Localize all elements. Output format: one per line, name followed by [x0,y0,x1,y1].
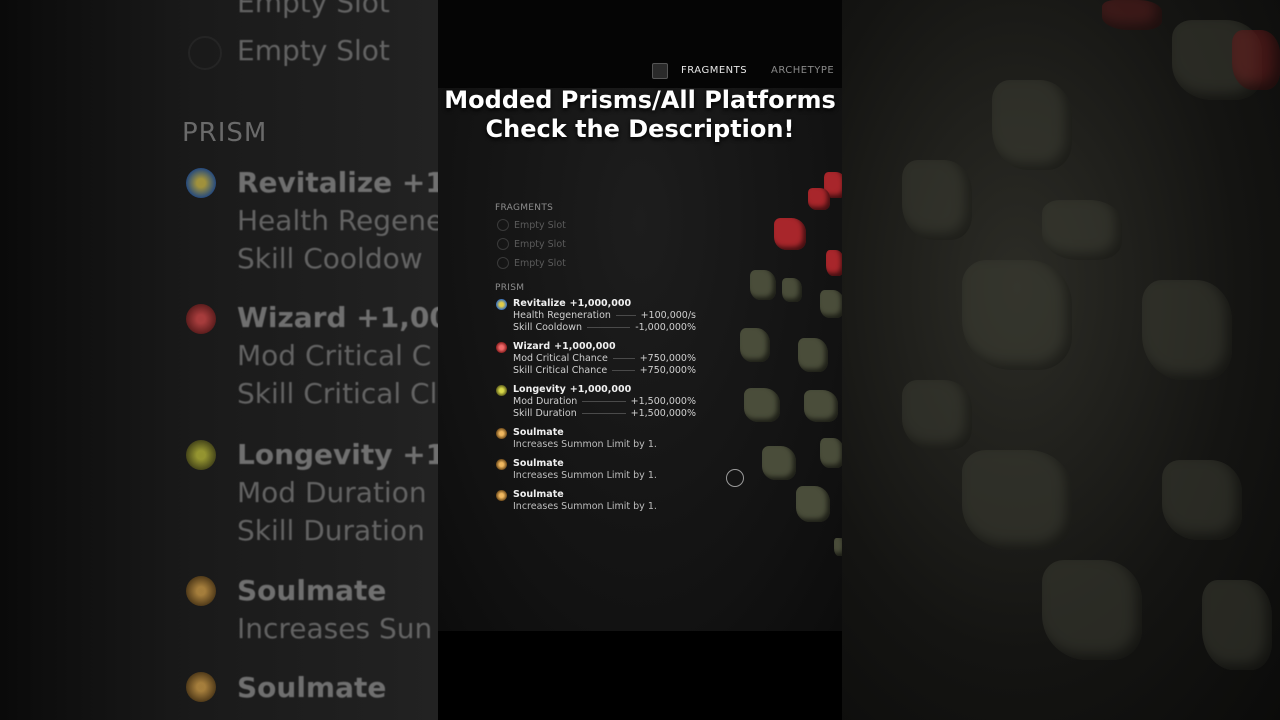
stat-label: Skill Duration [513,408,577,419]
prism-name: Soulmate [513,458,564,469]
bg-longevity-line1: Mod Duration [237,476,427,509]
background-left-blur: Empty Slot Empty Slot PRISM Revitalize +… [0,0,438,720]
bg-soulmate-line1: Increases Sun [237,612,433,645]
stat-row: Skill Duration +1,500,000% [513,408,696,419]
stat-value: -1,000,000% [635,322,696,333]
stat-row: Mod Duration +1,500,000% [513,396,696,407]
bg-prism-label: PRISM [182,118,268,148]
bg-soulmate-icon [186,576,216,606]
prism-description: Increases Summon Limit by 1. [513,470,657,481]
prism-name: Longevity +1,000,000 [513,384,631,395]
stat-row: Mod Critical Chance +750,000% [513,353,696,364]
prism-name-text: Wizard [513,341,551,352]
stat-value: +750,000% [639,365,696,376]
shield-icon [652,63,668,79]
panel-bottom-gap [438,631,842,720]
empty-slot-icon [497,219,509,231]
bg-wizard-line1: Mod Critical C [237,339,432,372]
bg-slot-text-top: Empty Slot [237,0,390,19]
soulmate-icon [496,428,507,439]
prism-name: Revitalize +1,000,000 [513,298,631,309]
prism-description: Increases Summon Limit by 1. [513,439,657,450]
prism-level: +1,000,000 [554,341,616,352]
soulmate-icon [496,490,507,501]
prism-name: Wizard +1,000,000 [513,341,616,352]
bg-longevity-icon [186,440,216,470]
bg-wizard: Wizard +1,00 [237,301,438,334]
bg-revitalize-line1: Health Regener [237,204,438,237]
fragment-slot-2[interactable]: Empty Slot [497,238,566,250]
stat-row: Skill Critical Chance +750,000% [513,365,696,376]
tab-archetype[interactable]: ARCHETYPE [771,65,834,76]
stat-label: Mod Duration [513,396,578,407]
stat-value: +1,500,000% [630,408,696,419]
revitalize-icon [496,299,507,310]
empty-slot-icon [497,238,509,250]
tab-fragments[interactable]: FRAGMENTS [681,65,747,76]
bg-wizard-line2: Skill Critical Cl [237,377,438,410]
stat-row: Health Regeneration +100,000/s [513,310,696,321]
fragments-section-label: FRAGMENTS [495,203,554,213]
bg-revitalize-icon [186,168,216,198]
stat-label: Skill Critical Chance [513,365,608,376]
bg-soulmate2-icon [186,672,216,702]
stat-label: Mod Critical Chance [513,353,608,364]
bg-slot-text: Empty Slot [237,34,390,67]
fragment-slot-label: Empty Slot [514,257,566,269]
fragment-slot-label: Empty Slot [514,219,566,231]
stat-row: Skill Cooldown -1,000,000% [513,322,696,333]
bg-longevity-line2: Skill Duration [237,514,425,547]
fragment-slot-1[interactable]: Empty Slot [497,219,566,231]
stat-label: Health Regeneration [513,310,611,321]
prism-level: +1,000,000 [569,298,632,309]
bg-slot-circle [188,36,222,70]
prism-name: Soulmate [513,427,564,438]
prism-name: Soulmate [513,489,564,500]
fragment-slot-3[interactable]: Empty Slot [497,257,566,269]
empty-slot-icon [497,257,509,269]
stat-label: Skill Cooldown [513,322,583,333]
stat-value: +100,000/s [640,310,696,321]
background-right-blur [842,0,1280,720]
prism-name-text: Revitalize [513,298,566,309]
prism-name-text: Longevity [513,384,566,395]
soulmate-icon [496,459,507,470]
stat-value: +1,500,000% [630,396,696,407]
fragment-slot-label: Empty Slot [514,238,566,250]
bg-longevity: Longevity +1,0 [237,438,438,471]
bg-revitalize: Revitalize +1,0 [237,166,438,199]
prism-section-label: PRISM [495,283,525,293]
prism-description: Increases Summon Limit by 1. [513,501,657,512]
video-caption-line1: Modded Prisms/All Platforms [444,86,836,114]
bg-soulmate2: Soulmate [237,671,387,704]
wizard-icon [496,342,507,353]
prism-fragment-map [738,160,842,560]
prism-level: +1,000,000 [569,384,632,395]
bg-wizard-icon [186,304,216,334]
cursor-reticle [726,469,744,487]
stat-value: +750,000% [639,353,696,364]
video-caption-line2: Check the Description! [485,115,795,143]
panel-header: FRAGMENTS ARCHETYPE [438,0,842,88]
bg-revitalize-line2: Skill Cooldow [237,242,423,275]
longevity-icon [496,385,507,396]
bg-soulmate: Soulmate [237,574,387,607]
